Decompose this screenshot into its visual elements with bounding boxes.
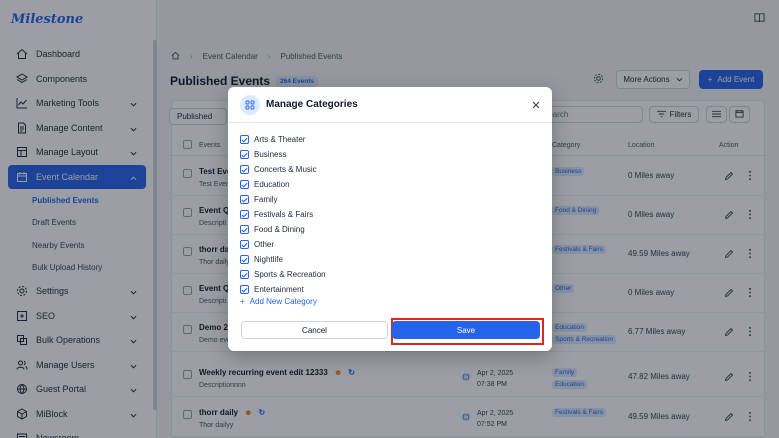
add-new-category-link[interactable]: + Add New Category [240,297,317,306]
manage-categories-modal: Manage Categories Arts & Theater Business… [228,87,552,351]
category-label: Other [254,240,275,249]
category-checkbox[interactable] [240,210,249,219]
category-label: Entertainment [254,285,304,294]
category-option-nightlife[interactable]: Nightlife [240,252,326,267]
category-checkbox[interactable] [240,255,249,264]
category-label: Nightlife [254,255,283,264]
category-checkbox[interactable] [240,270,249,279]
category-checkbox[interactable] [240,195,249,204]
category-label: Family [254,195,278,204]
category-checkbox[interactable] [240,240,249,249]
category-checkbox[interactable] [240,225,249,234]
category-checkbox[interactable] [240,165,249,174]
category-option-concerts-music[interactable]: Concerts & Music [240,162,326,177]
category-label: Sports & Recreation [254,270,326,279]
close-icon[interactable] [530,99,542,111]
category-option-arts-theater[interactable]: Arts & Theater [240,132,326,147]
category-option-education[interactable]: Education [240,177,326,192]
category-label: Festivals & Fairs [254,210,314,219]
category-option-entertainment[interactable]: Entertainment [240,282,326,297]
category-label: Arts & Theater [254,135,306,144]
category-option-festivals-fairs[interactable]: Festivals & Fairs [240,207,326,222]
category-list: Arts & Theater Business Concerts & Music Ed… [240,132,326,297]
category-option-business[interactable]: Business [240,147,326,162]
modal-header: Manage Categories [228,87,552,123]
save-button[interactable]: Save [392,321,540,339]
modal-title: Manage Categories [266,99,358,110]
category-label: Food & Dining [254,225,305,234]
category-checkbox[interactable] [240,150,249,159]
category-label: Business [254,150,287,159]
category-checkbox[interactable] [240,135,249,144]
category-option-sports-recreation[interactable]: Sports & Recreation [240,267,326,282]
plus-icon: + [240,297,245,306]
cancel-button[interactable]: Cancel [241,321,388,339]
category-label: Concerts & Music [254,165,317,174]
category-label: Education [254,180,290,189]
category-option-other[interactable]: Other [240,237,326,252]
category-checkbox[interactable] [240,180,249,189]
category-option-family[interactable]: Family [240,192,326,207]
add-new-category-label: Add New Category [249,297,317,306]
grid-icon [240,95,260,115]
category-option-food-dining[interactable]: Food & Dining [240,222,326,237]
category-checkbox[interactable] [240,285,249,294]
